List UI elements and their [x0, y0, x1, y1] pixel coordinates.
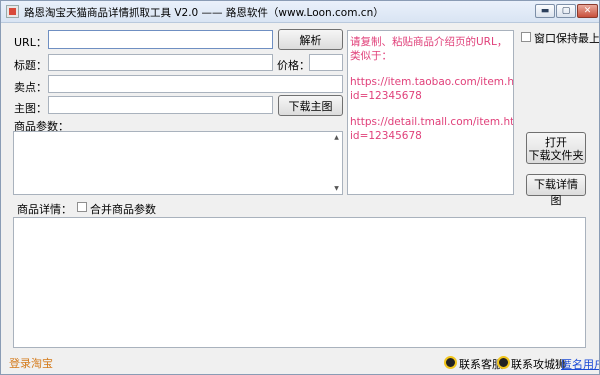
qq-icon: [497, 356, 510, 369]
download-main-image-button[interactable]: 下载主图: [278, 95, 343, 116]
maximize-button[interactable]: ▢: [556, 4, 576, 18]
title-input[interactable]: [48, 54, 273, 71]
window-title: 路恩淘宝天猫商品详情抓取工具 V2.0 —— 路恩软件（www.Loon.com…: [24, 7, 384, 19]
scroll-down-arrow-icon[interactable]: ▼: [332, 184, 341, 193]
product-detail-label: 商品详情：: [17, 203, 72, 216]
parse-button[interactable]: 解析: [278, 29, 343, 50]
download-detail-images-button[interactable]: 下载详情图: [526, 174, 586, 207]
keep-on-top-checkbox[interactable]: [521, 32, 531, 42]
scroll-up-arrow-icon[interactable]: ▲: [332, 133, 341, 142]
login-taobao-link[interactable]: 登录淘宝: [9, 355, 53, 371]
price-label: 价格：: [277, 59, 310, 72]
hint-line: id=12345678: [350, 90, 422, 102]
anonymous-user-link[interactable]: 匿名用户: [561, 356, 599, 372]
hint-line: 请复制、粘贴商品介绍页的URL，类似于：: [350, 36, 508, 62]
title-label: 标题：: [14, 59, 47, 72]
url-input[interactable]: [48, 30, 273, 49]
merge-params-label: 合并商品参数: [90, 203, 156, 216]
hint-line: https://detail.tmall.com/item.htm?: [350, 116, 514, 128]
product-params-textarea[interactable]: [13, 131, 343, 195]
app-window: 路恩淘宝天猫商品详情抓取工具 V2.0 —— 路恩软件（www.Loon.com…: [0, 0, 600, 375]
main-image-input[interactable]: [48, 96, 273, 114]
qq-icon: [444, 356, 457, 369]
merge-params-checkbox[interactable]: [77, 202, 87, 212]
url-label: URL：: [14, 36, 47, 49]
price-input[interactable]: [309, 54, 343, 71]
contact-author-link[interactable]: 联系攻城狮: [511, 356, 566, 372]
open-folder-line1: 打开: [545, 136, 567, 149]
close-button[interactable]: ✕: [577, 4, 598, 18]
main-image-label: 主图：: [14, 102, 47, 115]
product-detail-textarea[interactable]: [13, 217, 586, 348]
selling-point-label: 卖点：: [14, 81, 47, 94]
open-download-folder-button[interactable]: 打开 下载文件夹: [526, 132, 586, 164]
keep-on-top-label: 窗口保持最上: [534, 32, 600, 45]
url-hint-panel: 请复制、粘贴商品介绍页的URL，类似于： https://item.taobao…: [347, 30, 514, 195]
selling-point-input[interactable]: [48, 75, 343, 93]
minimize-button[interactable]: ▬: [535, 4, 555, 18]
title-bar[interactable]: 路恩淘宝天猫商品详情抓取工具 V2.0 —— 路恩软件（www.Loon.com…: [1, 1, 599, 23]
app-icon: [6, 5, 19, 18]
hint-line: https://item.taobao.com/item.htm?: [350, 76, 514, 88]
open-folder-line2: 下载文件夹: [528, 149, 584, 162]
hint-line: id=12345678: [350, 130, 422, 142]
